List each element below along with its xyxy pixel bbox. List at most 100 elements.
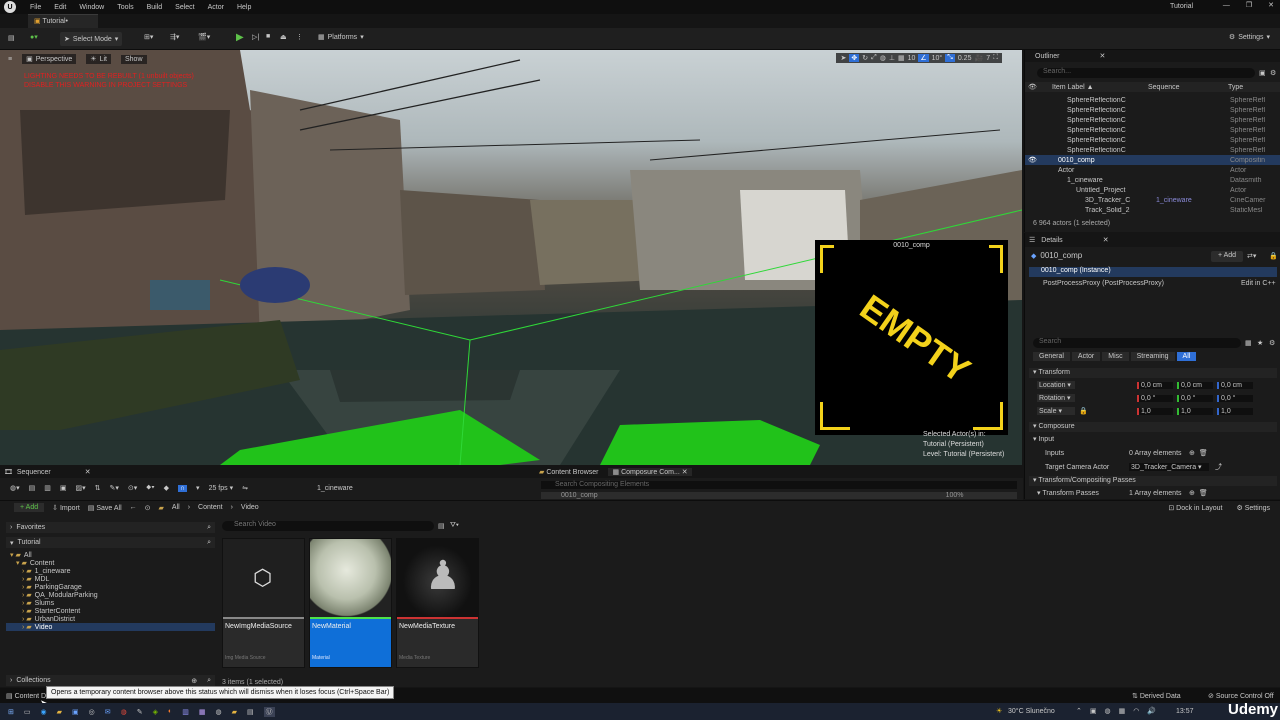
asset-search[interactable]: Search Video (222, 521, 434, 531)
menu-help[interactable]: Help (237, 4, 251, 11)
weather-icon[interactable]: ☀ (996, 707, 1002, 715)
cinematics-icon[interactable]: 🎬▾ (198, 33, 210, 41)
save-seq-icon[interactable]: ▤ (29, 484, 36, 492)
outliner-row[interactable]: SphereReflectionC SphereRefl (1025, 135, 1280, 145)
taskbar-app-terminal-icon[interactable]: ▤ (247, 708, 254, 716)
stop-icon[interactable]: ■ (266, 33, 270, 40)
taskbar-app-explorer-icon[interactable]: ▰ (57, 708, 62, 716)
filter-tab-all[interactable]: All (1176, 352, 1197, 361)
save-all-button[interactable]: ▤ Save All (88, 504, 122, 512)
menu-tools[interactable]: Tools (117, 4, 133, 11)
trash-icon[interactable]: 🗑 (1199, 449, 1208, 457)
breadcrumb-content[interactable]: Content (198, 504, 223, 511)
tools-icon[interactable]: ✎▾ (110, 484, 119, 492)
play-icon[interactable]: ▶ (236, 32, 244, 43)
rotation-y[interactable]: 0,0 ° (1177, 394, 1213, 402)
taskbar-app-unreal-icon[interactable]: Ⓤ (263, 706, 275, 717)
minimize-icon[interactable]: — (1223, 2, 1230, 9)
sequence-name[interactable]: 1_cineware (317, 485, 353, 492)
star-icon[interactable]: ★ (1257, 339, 1263, 347)
angle-snap-icon[interactable]: ∠ (918, 54, 929, 62)
key-icon[interactable]: ◆ (164, 484, 169, 492)
row-visibility-icon[interactable]: 👁 (1028, 156, 1040, 164)
outliner-settings-icon[interactable]: ⚙ (1270, 69, 1276, 77)
input-header[interactable]: ▾ Input (1029, 435, 1277, 445)
forward-icon[interactable]: ⊙ (145, 504, 151, 512)
collections-header[interactable]: › Collections ⊕ ⌕ (6, 675, 215, 686)
breadcrumb-video[interactable]: Video (241, 504, 259, 511)
scale-y[interactable]: 1,0 (1177, 407, 1213, 415)
scale-z[interactable]: 1,0 (1217, 407, 1253, 415)
close-icon[interactable]: ✕ (1268, 1, 1274, 9)
outliner-row[interactable]: SphereReflectionC SphereRefl (1025, 95, 1280, 105)
tray-app3-icon[interactable]: ▦ (1119, 707, 1126, 715)
folder-item[interactable]: › ▰ 1_cineware (6, 567, 215, 576)
component-row[interactable]: PostProcessProxy (PostProcessProxy) (1043, 280, 1164, 287)
tray-app1-icon[interactable]: ▣ (1090, 707, 1097, 715)
menu-edit[interactable]: Edit (54, 4, 66, 11)
instance-row[interactable]: 0010_comp (Instance) (1029, 267, 1277, 277)
folder-item[interactable]: › ▰ Video (6, 623, 215, 631)
tutorial-header[interactable]: ▾ Tutorial ⌕ (6, 537, 215, 548)
maximize-icon[interactable]: ❐ (1246, 1, 1252, 9)
outliner-search[interactable]: Search... (1037, 68, 1255, 78)
snap-options-icon[interactable]: ▾ (196, 484, 200, 492)
folder-item[interactable]: › ▰ QA_ModularParking (6, 591, 215, 600)
step-icon[interactable]: ▷| (252, 33, 259, 41)
location-dropdown[interactable]: Location ▾ (1037, 381, 1075, 389)
add-element-icon[interactable]: ⊕ (1189, 449, 1195, 457)
save-search-icon[interactable]: ▤ (438, 522, 445, 530)
camera-speed-icon[interactable]: 🎥 (974, 54, 983, 62)
platforms-button[interactable]: ▦ Platforms ▾ (318, 33, 364, 42)
filter-tab-streaming[interactable]: Streaming (1130, 352, 1175, 361)
folder-item[interactable]: › ▰ ParkingGarage (6, 583, 215, 592)
taskbar-app-ae-icon[interactable]: ▥ (182, 708, 189, 716)
folder-item[interactable]: › ▰ UrbanDistrict (6, 615, 215, 624)
folder-item[interactable]: ▾ ▰ Content (6, 559, 215, 568)
taskbar-app-edit-icon[interactable]: ✎ (137, 708, 143, 716)
close-sequencer-icon[interactable]: ✕ (85, 468, 91, 476)
menu-build[interactable]: Build (147, 4, 163, 11)
folder-item[interactable]: ▾ ▰ All (6, 551, 215, 560)
show-button[interactable]: Show (120, 54, 147, 64)
edit-cpp-link[interactable]: Edit in C++ (1241, 280, 1276, 287)
level-tab[interactable]: ▣ Tutorial• (28, 14, 98, 28)
menu-select[interactable]: Select (175, 4, 194, 11)
find-icon[interactable]: ▥ (44, 484, 51, 492)
outliner-row[interactable]: 3D_Tracker_C 1_cineware CineCamer (1025, 195, 1280, 205)
outliner-row[interactable]: SphereReflectionC SphereRefl (1025, 145, 1280, 155)
outliner-row[interactable]: SphereReflectionC SphereRefl (1025, 105, 1280, 115)
taskbar-app-nvidia-icon[interactable]: ◈ (153, 708, 158, 716)
move-tool-icon[interactable]: ✥ (849, 54, 860, 62)
outliner-add-icon[interactable]: ▣ (1259, 69, 1266, 77)
grid-snap-icon[interactable]: ▦ (898, 54, 905, 62)
composure-header[interactable]: ▾ Composure (1029, 422, 1277, 432)
world-icon[interactable]: ◍ (880, 54, 886, 62)
select-tool-icon[interactable]: ➤ (840, 54, 846, 62)
filter-tab-general[interactable]: General (1033, 352, 1070, 361)
rotate-tool-icon[interactable]: ↻ (862, 54, 868, 62)
favorites-header[interactable]: › Favorites ⌕ (6, 522, 215, 533)
outliner-row[interactable]: Actor Actor (1025, 165, 1280, 175)
outliner-row[interactable]: SphereReflectionC SphereRefl (1025, 115, 1280, 125)
derived-data-button[interactable]: ⇅ Derived Data (1132, 692, 1181, 700)
scale-dropdown[interactable]: Scale ▾ (1037, 407, 1075, 415)
source-control-button[interactable]: ⊘ Source Control Off (1208, 692, 1274, 700)
taskbar-app-chrome-icon[interactable]: ◍ (121, 708, 127, 716)
curve-icon[interactable]: ⇅ (95, 484, 101, 492)
menu-file[interactable]: File (30, 4, 41, 11)
location-z[interactable]: 0,0 cm (1217, 381, 1253, 389)
add-button[interactable]: + Add (14, 503, 45, 512)
close-outliner-icon[interactable]: ✕ (1100, 52, 1106, 60)
location-x[interactable]: 0,0 cm (1137, 381, 1173, 389)
back-icon[interactable]: ← (130, 504, 137, 511)
viewport-menu-icon[interactable]: ≡ (8, 56, 12, 63)
details-search[interactable]: Search (1033, 338, 1241, 348)
menu-actor[interactable]: Actor (208, 4, 224, 11)
keys-icon[interactable]: ⬥▾ (146, 484, 154, 492)
taskbar-app-store-icon[interactable]: ▣ (72, 708, 79, 716)
cb-settings-button[interactable]: ⚙ Settings (1236, 504, 1270, 512)
playback-icon[interactable]: ⊙▾ (128, 484, 137, 492)
snap-icon[interactable]: ∩ (178, 484, 188, 492)
viewport[interactable]: ≡ ▣ Perspective ☀ Lit Show LIGHTING NEEDS … (0, 50, 1022, 465)
